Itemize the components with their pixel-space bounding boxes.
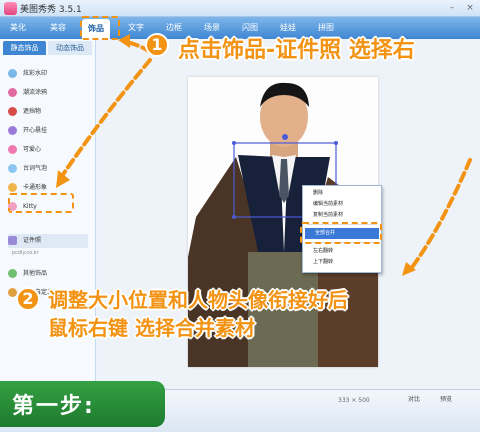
tab-beauty[interactable]: 美容 <box>44 20 72 36</box>
window-controls: – × <box>446 2 476 14</box>
minimize-icon[interactable]: – <box>446 2 458 14</box>
step-label: 第一步: <box>12 394 95 419</box>
hanging-icon <box>8 126 17 135</box>
sidebar-item-bubble[interactable]: 台词气泡 <box>8 162 88 176</box>
step2-instruction-line1: 调整大小位置和人物头像衔接好后 <box>48 288 348 312</box>
step1-instruction: 点击饰品-证件照 选择右 <box>178 38 415 63</box>
app-logo-icon <box>4 2 17 15</box>
menu-item-copy[interactable]: 复制当前素材 <box>303 210 381 221</box>
step2-number: 2 <box>16 287 40 311</box>
sidebar-item-doodle[interactable]: 潮流涂鸦 <box>8 86 88 100</box>
menu-item-flip-horizontal[interactable]: 左右翻转 <box>303 246 381 257</box>
image-size-readout: 333 × 500 <box>338 397 370 404</box>
menu-item-flip-vertical[interactable]: 上下翻转 <box>303 257 381 268</box>
doodle-icon <box>8 88 17 97</box>
highlight-accessories-tab <box>80 16 120 40</box>
app-title: 美图秀秀 3.5.1 <box>20 5 82 15</box>
other-icon <box>8 269 17 278</box>
highlight-id-photo-item <box>8 193 74 213</box>
menu-item-delete[interactable]: 删除 <box>303 188 381 199</box>
heart-icon <box>8 145 17 154</box>
preview-button[interactable]: 预览 <box>440 394 452 403</box>
sidebar-item-other[interactable]: 其他饰品 <box>8 267 88 281</box>
cover-icon <box>8 107 17 116</box>
sidebar-item-hanging[interactable]: 开心悬挂 <box>8 124 88 138</box>
compare-button[interactable]: 对比 <box>408 394 420 403</box>
sidebar-subtext: pcdiy.co.kr <box>12 250 39 256</box>
sidebar-item-id-photo[interactable]: 证件照 <box>8 234 88 248</box>
step1-number: 1 <box>145 33 169 57</box>
step2-instruction-line2: 鼠标右键 选择合并素材 <box>48 316 255 340</box>
subtab-static[interactable]: 静态饰品 <box>3 41 46 55</box>
tab-text[interactable]: 文字 <box>122 20 150 36</box>
highlight-merge-item <box>300 222 382 244</box>
cartoon-icon <box>8 183 17 192</box>
close-icon[interactable]: × <box>464 2 476 14</box>
menu-item-edit[interactable]: 编辑当前素材 <box>303 199 381 210</box>
title-bar: 美图秀秀 3.5.1 – × <box>0 0 480 17</box>
speech-bubble-icon <box>8 164 17 173</box>
sidebar-item-watermark[interactable]: 炫彩水印 <box>8 67 88 81</box>
subtab-animated[interactable]: 动态饰品 <box>48 41 92 55</box>
id-photo-icon <box>8 236 17 245</box>
tab-beautify[interactable]: 美化 <box>4 20 32 36</box>
watermark-icon <box>8 69 17 78</box>
sidebar-item-cover[interactable]: 遮挡物 <box>8 105 88 119</box>
sidebar-item-heart[interactable]: 可爱心 <box>8 143 88 157</box>
